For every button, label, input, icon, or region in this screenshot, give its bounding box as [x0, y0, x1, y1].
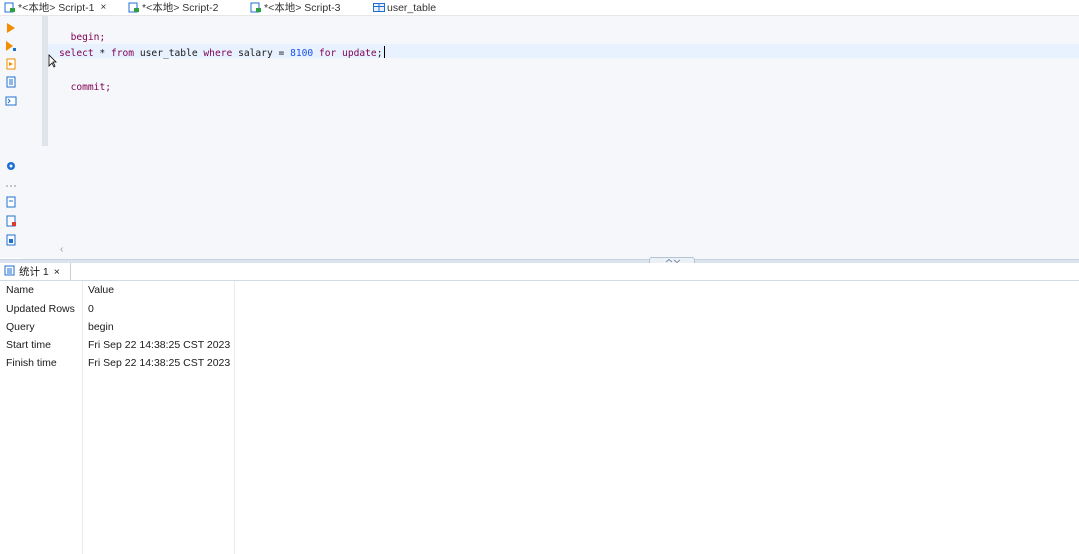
row-value: 0	[88, 303, 94, 315]
sql-script-icon	[4, 2, 16, 13]
row-name: Query	[6, 321, 35, 333]
settings-icon[interactable]	[5, 160, 17, 172]
table-icon	[373, 2, 385, 13]
close-icon[interactable]: ×	[54, 266, 60, 278]
execute-script-icon[interactable]	[5, 58, 17, 70]
row-name: Finish time	[6, 357, 57, 369]
identifier-token: user_table	[134, 48, 204, 59]
header-row: Name Value	[0, 281, 236, 299]
identifier-token: *	[93, 48, 111, 59]
scroll-left-icon[interactable]: ‹	[60, 244, 63, 255]
code-text: begin;	[70, 32, 106, 43]
table-row[interactable]: Finish time Fri Sep 22 14:38:25 CST 2023	[0, 354, 236, 372]
editor-side-toolbar	[0, 16, 22, 258]
execute-script-new-tab-icon[interactable]	[5, 76, 17, 88]
more-icon[interactable]	[5, 179, 17, 187]
tab-label: *<本地> Script-3	[264, 2, 341, 14]
tab-label: *<本地> Script-1	[18, 2, 95, 14]
code-line-1[interactable]: begin;	[59, 21, 106, 43]
code-line-2[interactable]: select * from user_table where salary = …	[59, 46, 385, 59]
statistics-icon	[4, 265, 15, 279]
editor-tab-bar: *<本地> Script-1 × *<本地> Script-2 *<本地> Sc…	[0, 0, 1079, 16]
tab-script-1[interactable]: *<本地> Script-1 ×	[4, 0, 107, 15]
identifier-token: salary =	[232, 48, 291, 59]
row-value: Fri Sep 22 14:38:25 CST 2023	[88, 339, 231, 351]
close-icon[interactable]: ×	[100, 2, 106, 13]
export-script-icon[interactable]	[5, 215, 17, 227]
keyword-token: select	[59, 48, 94, 59]
tab-script-3[interactable]: *<本地> Script-3	[250, 0, 340, 15]
row-value: Fri Sep 22 14:38:25 CST 2023	[88, 357, 231, 369]
import-script-icon[interactable]	[5, 234, 17, 246]
table-row[interactable]: Updated Rows 0	[0, 300, 236, 318]
text-caret	[383, 46, 385, 58]
code-line-3[interactable]: commit;	[59, 71, 111, 93]
row-name: Start time	[6, 339, 51, 351]
column-header-value[interactable]: Value	[88, 284, 114, 296]
tab-label: user_table	[387, 1, 437, 14]
execute-new-tab-icon[interactable]	[5, 40, 17, 52]
row-name: Updated Rows	[6, 303, 75, 315]
mouse-cursor-icon	[48, 54, 57, 71]
column-header-name[interactable]: Name	[6, 284, 34, 296]
sql-script-icon	[250, 2, 262, 13]
tab-user-table[interactable]: user_table	[373, 0, 436, 15]
sql-script-icon	[128, 2, 140, 13]
execute-statement-icon[interactable]	[5, 22, 17, 34]
tab-label: 统计 1	[19, 266, 49, 278]
table-row[interactable]: Query begin	[0, 318, 236, 336]
results-tab-bar: 统计 1 ×	[0, 263, 1079, 281]
console-icon[interactable]	[5, 95, 17, 107]
identifier-token: ;	[376, 48, 383, 59]
tab-statistics-1[interactable]: 统计 1 ×	[0, 263, 71, 280]
code-text: commit;	[70, 82, 111, 93]
row-value: begin	[88, 321, 114, 333]
keyword-token: where	[203, 48, 233, 59]
keyword-token: for	[313, 48, 337, 59]
results-grid: Name Value Updated Rows 0 Query begin St…	[0, 281, 1079, 554]
editor-gutter	[42, 16, 48, 146]
new-script-icon[interactable]	[5, 196, 17, 208]
table-row[interactable]: Start time Fri Sep 22 14:38:25 CST 2023	[0, 336, 236, 354]
tab-label: *<本地> Script-2	[142, 2, 219, 14]
tab-script-2[interactable]: *<本地> Script-2	[128, 0, 218, 15]
keyword-token: update	[336, 48, 377, 59]
keyword-token: from	[110, 48, 135, 59]
number-token: 8100	[290, 48, 314, 59]
